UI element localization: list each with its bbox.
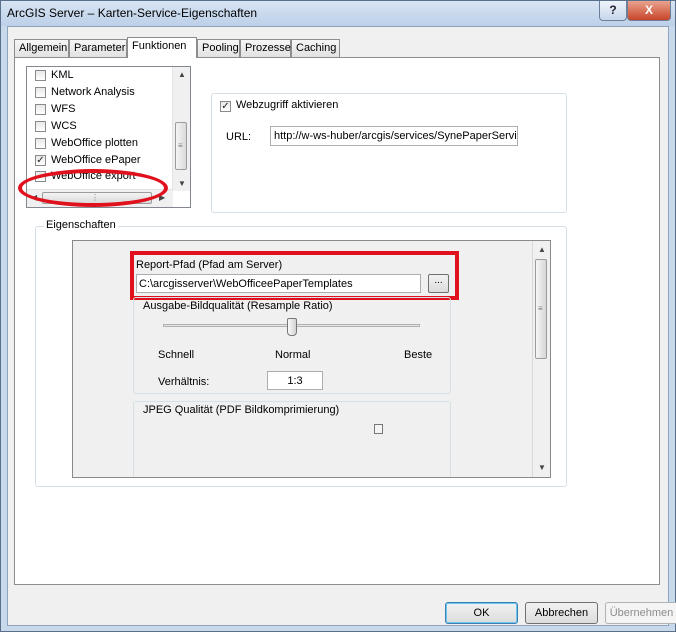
jpeg-slider-thumb[interactable] [374,424,383,434]
checkbox[interactable] [35,70,46,81]
red-highlight-box [130,251,459,300]
properties-vertical-scrollbar[interactable]: ▲ ≡ ▼ [532,241,550,477]
help-button[interactable]: ? [599,1,627,21]
ratio-field[interactable]: 1:3 [267,371,323,390]
slider-label-best: Beste [404,349,433,361]
web-access-group: ✓ Webzugriff aktivieren URL: http://w-ws… [211,93,567,213]
scrollbar-thumb[interactable]: ≡ [535,259,547,359]
scroll-up-icon[interactable]: ▲ [178,70,186,79]
funktionen-tab-panel: KML Network Analysis WFS WCS WebOffice p… [14,57,660,585]
dialog-window: ArcGIS Server – Karten-Service-Eigenscha… [0,0,676,632]
checkbox[interactable] [35,138,46,149]
url-label: URL: [226,131,252,143]
window-title: ArcGIS Server – Karten-Service-Eigenscha… [7,6,258,20]
checkbox[interactable] [35,104,46,115]
jpeg-quality-title: JPEG Qualität (PDF Bildkomprimierung) [143,404,340,416]
quality-slider-thumb[interactable] [287,318,297,336]
slider-label-normal: Normal [275,349,311,361]
image-quality-group: Ausgabe-Bildqualität (Resample Ratio) Sc… [133,297,451,394]
cancel-button[interactable]: Abbrechen [525,602,598,624]
properties-group: Eigenschaften Report-Pfad (Pfad am Serve… [35,219,567,487]
title-bar: ArcGIS Server – Karten-Service-Eigenscha… [1,1,675,26]
checkbox-checked[interactable]: ✓ [35,155,46,166]
ok-button[interactable]: OK [445,602,518,624]
dialog-client-area: Allgemein Parameter Funktionen Pooling P… [7,26,676,626]
web-access-label: Webzugriff aktivieren [236,99,339,111]
web-access-checkbox[interactable]: ✓ Webzugriff aktivieren [220,99,339,115]
url-field[interactable]: http://w-ws-huber/arcgis/services/SynePa… [270,126,518,146]
checkbox-checked[interactable]: ✓ [220,101,231,112]
tab-allgemein[interactable]: Allgemein [14,39,69,57]
list-item-label: WCS [51,120,77,132]
grip-icon: ≡ [538,304,543,313]
list-item-label: WFS [51,103,76,115]
tab-caching[interactable]: Caching [291,39,340,57]
scroll-up-icon[interactable]: ▲ [538,245,546,254]
ratio-label: Verhältnis: [158,376,210,388]
tab-prozesse[interactable]: Prozesse [240,39,291,57]
list-item-label: WebOffice plotten [51,137,139,149]
list-item-label: WebOffice ePaper [51,154,141,166]
list-item-label: Network Analysis [51,86,135,98]
properties-group-title: Eigenschaften [44,219,118,231]
close-button[interactable]: X [627,1,671,21]
scroll-down-icon[interactable]: ▼ [178,179,186,188]
list-vertical-scrollbar[interactable]: ▲ ≡ ▼ [172,67,190,191]
red-highlight-ellipse [18,169,168,207]
apply-button[interactable]: Übernehmen [605,602,676,624]
properties-scroll-panel[interactable]: Report-Pfad (Pfad am Server) C:\arcgisse… [72,240,551,478]
jpeg-quality-group: JPEG Qualität (PDF Bildkomprimierung) [133,401,451,477]
tab-parameter[interactable]: Parameter [69,39,127,57]
tab-funktionen[interactable]: Funktionen [127,37,197,58]
scrollbar-thumb[interactable]: ≡ [175,122,187,170]
grip-icon: ≡ [178,141,183,150]
checkbox[interactable] [35,121,46,132]
list-item-label: KML [51,69,74,81]
slider-label-fast: Schnell [158,349,195,361]
scroll-down-icon[interactable]: ▼ [538,463,546,472]
checkbox[interactable] [35,87,46,98]
image-quality-title: Ausgabe-Bildqualität (Resample Ratio) [143,300,333,312]
tab-pooling[interactable]: Pooling [197,39,240,57]
